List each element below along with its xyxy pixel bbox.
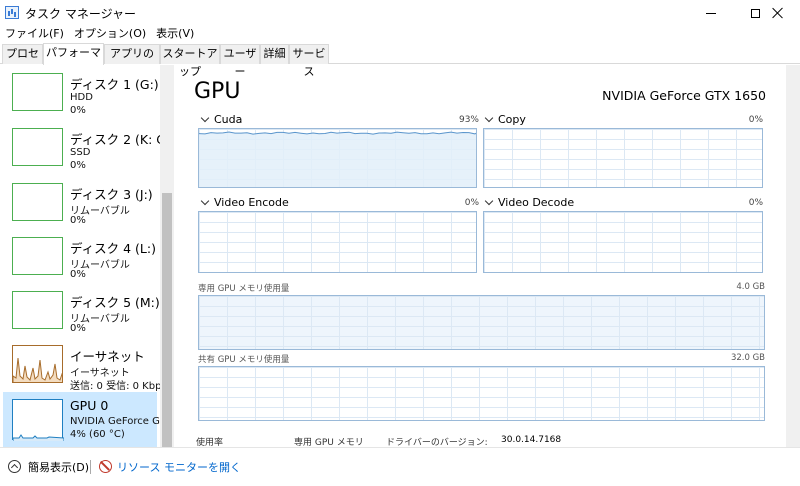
chevron-down-icon xyxy=(200,196,210,206)
gpu-0-model: NVIDIA GeForce G... xyxy=(70,416,170,427)
engine-selector-video-encode[interactable]: Video Encode xyxy=(200,196,289,209)
engine-percent-copy: 0% xyxy=(748,115,763,125)
gpu-0-sparkline xyxy=(12,434,65,441)
shared-memory-chart xyxy=(198,366,765,421)
minimize-button[interactable] xyxy=(689,0,733,26)
engine-selector-cuda[interactable]: Cuda xyxy=(200,113,242,126)
cuda-usage-chart xyxy=(198,128,477,188)
menu-bar: ファイル(F) オプション(O) 表示(V) xyxy=(0,26,199,42)
engine-label-copy: Copy xyxy=(498,113,526,126)
shared-memory-label: 共有 GPU メモリ使用量 xyxy=(198,355,290,365)
sidebar-item-gpu-0[interactable]: GPU 0 NVIDIA GeForce G... 4% (60 °C) xyxy=(3,392,169,447)
disk-5-name: ディスク 5 (M:) xyxy=(70,295,160,310)
gpu-model-name: NVIDIA GeForce GTX 1650 xyxy=(602,88,766,103)
chevron-up-circle-icon[interactable] xyxy=(8,460,21,473)
disk-5-usage: 0% xyxy=(70,323,86,334)
disk-4-name: ディスク 4 (L:) xyxy=(70,241,156,256)
disk-2-type: SSD xyxy=(70,147,91,158)
sidebar-item-disk-2[interactable]: ディスク 2 (K: C:) SSD 0% xyxy=(3,123,174,175)
fewer-details-button[interactable]: 簡易表示(D) xyxy=(28,459,89,475)
ethernet-name: イーサネット xyxy=(70,349,145,364)
disk-3-name: ディスク 3 (J:) xyxy=(70,187,153,202)
disk-2-usage: 0% xyxy=(70,160,86,171)
driver-version-value: 30.0.14.7168 xyxy=(501,435,562,445)
resource-monitor-icon[interactable] xyxy=(99,460,112,473)
engine-label-video-encode: Video Encode xyxy=(214,196,289,209)
disk-1-usage: 0% xyxy=(70,105,86,116)
disk-4-usage: 0% xyxy=(70,269,86,280)
engine-percent-video-encode: 0% xyxy=(464,198,479,208)
disk-3-thumbnail xyxy=(12,183,63,221)
close-button[interactable] xyxy=(756,0,800,26)
disk-1-type: HDD xyxy=(70,92,93,103)
video-encode-usage-chart xyxy=(198,211,477,273)
disk-5-thumbnail xyxy=(12,291,63,329)
tab-startup[interactable]: スタートアップ xyxy=(160,44,220,78)
dedicated-memory-label: 専用 GPU メモリ使用量 xyxy=(198,284,290,294)
gpu-0-name: GPU 0 xyxy=(70,398,109,413)
chevron-down-icon xyxy=(200,113,210,123)
copy-usage-chart xyxy=(483,128,763,188)
ethernet-sparkline xyxy=(13,357,62,382)
engine-label-video-decode: Video Decode xyxy=(498,196,575,209)
disk-2-thumbnail xyxy=(12,128,63,166)
dedicated-memory-max: 4.0 GB xyxy=(736,282,765,292)
engine-percent-cuda: 93% xyxy=(458,115,479,125)
dedicated-memory-chart xyxy=(198,295,765,350)
disk-1-thumbnail xyxy=(12,73,63,111)
cuda-usage-graph xyxy=(199,131,476,187)
sidebar-item-disk-3[interactable]: ディスク 3 (J:) リムーバブル 0% xyxy=(3,178,157,230)
window-title: タスク マネージャー xyxy=(25,7,136,21)
disk-2-name: ディスク 2 (K: C:) xyxy=(70,132,174,147)
ethernet-throughput: 送信: 0 受信: 0 Kbps xyxy=(70,381,167,392)
tab-performance[interactable]: パフォーマンス xyxy=(43,43,104,77)
chevron-down-icon xyxy=(484,196,494,206)
resource-list: ディスク 1 (G:) HDD 0% ディスク 2 (K: C:) SSD 0%… xyxy=(0,65,174,447)
task-manager-icon xyxy=(5,6,19,19)
shared-memory-max: 32.0 GB xyxy=(730,353,765,363)
disk-3-usage: 0% xyxy=(70,215,86,226)
disk-4-thumbnail xyxy=(12,237,63,275)
minimize-icon xyxy=(706,12,716,14)
detail-scrollbar[interactable] xyxy=(786,65,800,447)
engine-selector-copy[interactable]: Copy xyxy=(484,113,526,126)
tab-processes[interactable]: プロセス xyxy=(2,44,43,78)
engine-label-cuda: Cuda xyxy=(214,113,243,126)
footer-divider xyxy=(90,460,91,474)
tab-users[interactable]: ユーザー xyxy=(220,44,260,78)
gpu-0-usage: 4% (60 °C) xyxy=(70,429,125,440)
disk-1-name: ディスク 1 (G:) xyxy=(70,77,159,92)
ethernet-thumbnail xyxy=(12,345,63,383)
tab-bar: プロセス パフォーマンス アプリの履歴 スタートアップ ユーザー 詳細 サービス xyxy=(0,43,800,78)
resource-monitor-link[interactable]: リソース モニターを開く xyxy=(117,459,241,475)
title-bar: タスク マネージャー xyxy=(0,0,800,26)
sidebar-item-disk-5[interactable]: ディスク 5 (M:) リムーバブル 0% xyxy=(3,286,160,338)
page-title: GPU xyxy=(194,79,241,104)
tab-app-history[interactable]: アプリの履歴 xyxy=(104,44,160,78)
menu-view[interactable]: 表示(V) xyxy=(151,26,199,42)
gpu-detail-panel: GPU NVIDIA GeForce GTX 1650 Cuda 93% Cop… xyxy=(176,65,786,448)
menu-file[interactable]: ファイル(F) xyxy=(0,26,69,42)
sidebar-item-ethernet[interactable]: イーサネット イーサネット 送信: 0 受信: 0 Kbps xyxy=(3,340,167,392)
footer-bar: 簡易表示(D) リソース モニターを開く xyxy=(0,447,800,486)
sidebar-item-disk-4[interactable]: ディスク 4 (L:) リムーバブル 0% xyxy=(3,232,157,284)
engine-selector-video-decode[interactable]: Video Decode xyxy=(484,196,574,209)
sidebar-item-disk-1[interactable]: ディスク 1 (G:) HDD 0% xyxy=(3,68,159,120)
chevron-down-icon xyxy=(484,113,494,123)
close-icon xyxy=(772,7,784,19)
menu-options[interactable]: オプション(O) xyxy=(69,26,151,42)
cuda-usage-fill xyxy=(199,132,476,187)
engine-percent-video-decode: 0% xyxy=(748,198,763,208)
tab-details[interactable]: 詳細 xyxy=(260,44,289,64)
tab-services[interactable]: サービス xyxy=(289,44,329,78)
video-decode-usage-chart xyxy=(483,211,763,273)
gpu-0-thumbnail xyxy=(12,399,65,441)
sidebar-scroll-thumb[interactable] xyxy=(162,193,172,447)
